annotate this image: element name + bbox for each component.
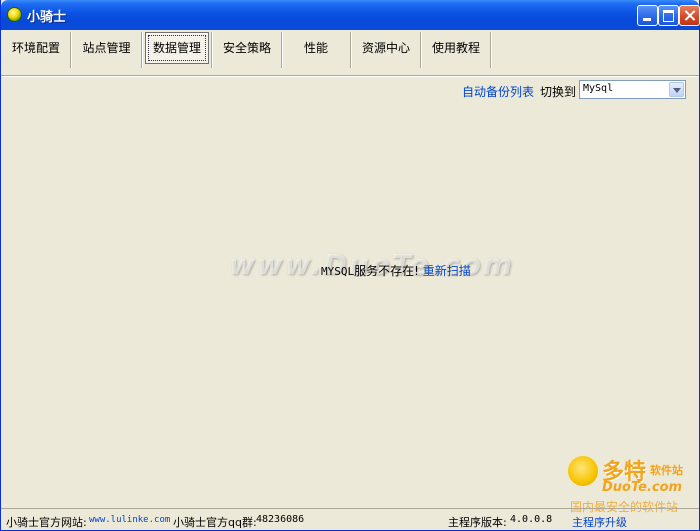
- maximize-button[interactable]: [658, 5, 679, 26]
- tab-separator: [420, 32, 422, 68]
- tab-label: 使用教程: [431, 41, 480, 55]
- app-icon: [7, 7, 22, 22]
- tab-separator: [490, 32, 492, 68]
- tab-site-management[interactable]: 站点管理: [74, 30, 139, 68]
- switch-to-label: 切换到: [540, 85, 577, 99]
- tab-separator: [211, 32, 213, 68]
- tab-label: 安全策略: [222, 41, 271, 55]
- mascot-icon: [568, 456, 598, 486]
- tab-label: 数据管理: [145, 32, 209, 64]
- tab-tutorial[interactable]: 使用教程: [424, 30, 488, 68]
- tab-resource-center[interactable]: 资源中心: [354, 30, 418, 68]
- tab-label: 环境配置: [11, 41, 60, 55]
- tab-performance[interactable]: 性能: [285, 30, 347, 68]
- qq-group-value: 48236086: [256, 514, 305, 525]
- status-bar: 小骑士官方网站: www.lulinke.com 小骑士官方qq群: 48236…: [1, 508, 699, 530]
- tab-security-policy[interactable]: 安全策略: [215, 30, 279, 68]
- database-select[interactable]: MySql: [579, 80, 686, 99]
- watermark-url: DuoTe.com: [602, 480, 683, 495]
- tab-separator: [350, 32, 352, 68]
- rescan-link[interactable]: 重新扫描: [423, 264, 471, 278]
- database-select-value: MySql: [583, 83, 614, 94]
- tab-separator: [141, 32, 143, 68]
- toolbar-divider: [1, 75, 699, 77]
- official-site-label: 小骑士官方网站:: [6, 516, 87, 529]
- service-status-text: 服务不存在!: [354, 264, 419, 278]
- watermark-logo: 多特 软件站 DuoTe.com 国内最安全的软件站: [566, 452, 696, 514]
- tab-label: 站点管理: [82, 41, 131, 55]
- tab-data-management[interactable]: 数据管理: [145, 30, 209, 68]
- watermark-brand-suffix: 软件站: [650, 464, 683, 477]
- minimize-button[interactable]: [637, 5, 658, 26]
- tab-env-config[interactable]: 环境配置: [5, 30, 67, 68]
- tab-separator: [70, 32, 72, 68]
- chevron-down-icon[interactable]: [669, 82, 684, 97]
- tab-separator: [281, 32, 283, 68]
- version-value: 4.0.0.8: [510, 514, 553, 525]
- close-button[interactable]: [679, 5, 700, 26]
- official-site-link[interactable]: www.lulinke.com: [89, 515, 170, 525]
- qq-group-label: 小骑士官方qq群:: [173, 516, 257, 529]
- tab-label: 资源中心: [361, 41, 410, 55]
- service-name: MYSQL: [321, 265, 355, 278]
- main-tabs: 环境配置 站点管理 数据管理 安全策略 性能 资源中心 使用教程: [1, 30, 699, 74]
- service-message: MYSQL服务不存在! 重新扫描: [321, 262, 471, 279]
- watermark-brand: 多特: [602, 460, 647, 485]
- tab-label: 性能: [303, 41, 328, 55]
- window-title: 小骑士: [27, 10, 67, 25]
- auto-backup-list-link[interactable]: 自动备份列表: [462, 83, 534, 100]
- version-label: 主程序版本:: [448, 516, 507, 529]
- title-bar[interactable]: 小骑士: [1, 0, 700, 30]
- upgrade-link[interactable]: 主程序升级: [572, 514, 627, 530]
- app-window: 小骑士 环境配置 站点管理 数据管理 安全策略 性能 资源中心 使用教程 自动备…: [0, 0, 700, 531]
